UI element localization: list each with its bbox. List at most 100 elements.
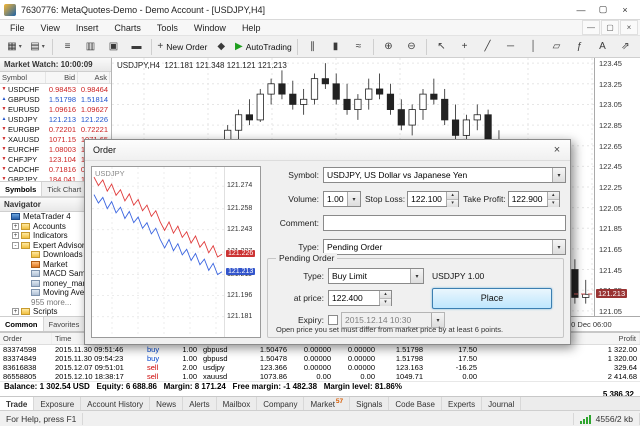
tab-favorites[interactable]: Favorites [44, 317, 86, 331]
scripts-icon [21, 308, 30, 315]
at-price-input[interactable]: 122.400 ▴▾ [328, 290, 392, 306]
tab-exposure[interactable]: Exposure [34, 397, 81, 411]
arrows-button[interactable]: ⇗ [614, 37, 637, 57]
chevron-down-icon[interactable]: ▾ [347, 192, 360, 206]
new-chart-button[interactable]: ▦▾ [3, 37, 26, 57]
metaeditor-button[interactable]: ◆ [210, 37, 233, 57]
menu-item-view[interactable]: View [33, 20, 68, 35]
minimize-icon[interactable]: — [570, 2, 592, 18]
market-watch-row-usdchf[interactable]: ▼USDCHF0.984530.98464 [0, 84, 111, 94]
spin-down-icon[interactable]: ▾ [548, 200, 559, 207]
expand-toggle-icon[interactable]: + [12, 232, 19, 239]
cursor-button[interactable]: ↖ [430, 37, 453, 57]
new-order-button[interactable]: +New Order [155, 37, 210, 57]
chevron-down-icon[interactable]: ▾ [410, 269, 423, 283]
tab-signals[interactable]: Signals [350, 397, 389, 411]
ask-value: 0.98464 [78, 85, 110, 94]
vertical-line-button[interactable]: │ [522, 37, 545, 57]
child-restore-icon[interactable]: ▢ [601, 20, 619, 35]
column-header-order-0[interactable]: Order [0, 333, 52, 344]
expiry-checkbox[interactable] [328, 315, 338, 325]
order-type-select[interactable]: Pending Order ▾ [323, 239, 566, 255]
menu-item-help[interactable]: Help [234, 20, 269, 35]
at-price-label: at price: [272, 293, 324, 303]
crosshair-button[interactable]: + [453, 37, 476, 57]
market-watch-row-eurgbp[interactable]: ▼EURGBP0.722010.72221 [0, 124, 111, 134]
spin-up-icon[interactable]: ▴ [380, 291, 391, 299]
market-watch-row-eurusd[interactable]: ▼EURUSD1.096161.09627 [0, 104, 111, 114]
menu-item-charts[interactable]: Charts [106, 20, 149, 35]
market-watch-column-symbol[interactable]: Symbol [0, 72, 46, 83]
toolbar: ▦▾▤▾ ≡▥▣▬ +New Order◆▶AutoTrading ∥▮≈ ⊕⊖ ↖+╱─… [0, 36, 640, 58]
expand-toggle-icon[interactable]: + [12, 223, 19, 230]
comment-input[interactable] [323, 215, 566, 231]
volume-select[interactable]: 1.00 ▾ [323, 191, 361, 207]
tab-news[interactable]: News [150, 397, 183, 411]
line-chart-button[interactable]: ≈ [347, 37, 370, 57]
horizontal-line-button[interactable]: ─ [499, 37, 522, 57]
zoom-out-button[interactable]: ⊖ [400, 37, 423, 57]
market-watch-row-gbpusd[interactable]: ▲GBPUSD1.517981.51814 [0, 94, 111, 104]
spin-up-icon[interactable]: ▴ [548, 192, 559, 200]
market-watch-row-usdjpy[interactable]: ▲USDJPY121.213121.226 [0, 114, 111, 124]
price-axis-label: 122.65 [599, 142, 622, 151]
titlebar[interactable]: 7630776: MetaQuotes-Demo - Demo Account … [0, 0, 640, 20]
tab-common[interactable]: Common [0, 317, 44, 331]
data-window-button[interactable]: ▥ [79, 37, 102, 57]
place-button[interactable]: Place [432, 288, 552, 309]
chevron-down-icon[interactable]: ▾ [552, 240, 565, 254]
zoom-in-button[interactable]: ⊕ [377, 37, 400, 57]
chevron-down-icon[interactable]: ▾ [552, 168, 565, 182]
candlestick-chart-button[interactable]: ▮ [324, 37, 347, 57]
tab-account-history[interactable]: Account History [81, 397, 150, 411]
expand-toggle-icon[interactable]: - [12, 242, 19, 249]
stop-loss-input[interactable]: 122.100 ▴▾ [407, 191, 459, 207]
menu-item-insert[interactable]: Insert [68, 20, 107, 35]
spin-down-icon[interactable]: ▾ [447, 200, 458, 207]
close-icon[interactable]: × [614, 2, 636, 18]
equidistant-channel-button[interactable]: ▱ [545, 37, 568, 57]
tab-market[interactable]: Market57 [304, 397, 350, 411]
trade-row[interactable]: 865588052015.12.10 18:38:17sell1.00xauus… [0, 372, 640, 381]
close-icon[interactable]: × [544, 141, 570, 160]
fibonacci-button[interactable]: ƒ [568, 37, 591, 57]
menu-item-window[interactable]: Window [186, 20, 234, 35]
bid-value: 1071.15 [46, 135, 78, 144]
spin-down-icon[interactable]: ▾ [380, 299, 391, 306]
bar-chart-button[interactable]: ∥ [301, 37, 324, 57]
child-minimize-icon[interactable]: — [582, 20, 600, 35]
menu-item-file[interactable]: File [2, 20, 33, 35]
navigator-item-label: Accounts [33, 222, 66, 231]
text-button[interactable]: A [591, 37, 614, 57]
market-watch-column-bid[interactable]: Bid [46, 72, 78, 83]
tab-mailbox[interactable]: Mailbox [217, 397, 258, 411]
child-close-icon[interactable]: × [620, 20, 638, 35]
pending-type-select[interactable]: Buy Limit ▾ [328, 268, 424, 284]
order-dialog-titlebar[interactable]: Order × [85, 140, 570, 161]
tab-trade[interactable]: Trade [0, 397, 34, 411]
autotrading-button[interactable]: ▶AutoTrading [233, 37, 294, 57]
tab-code-base[interactable]: Code Base [389, 397, 442, 411]
symbol-select[interactable]: USDJPY, US Dollar vs Japanese Yen ▾ [323, 167, 566, 183]
trendline-button[interactable]: ╱ [476, 37, 499, 57]
tab-symbols[interactable]: Symbols [0, 182, 42, 196]
tab-experts[interactable]: Experts [442, 397, 482, 411]
tab-journal[interactable]: Journal [482, 397, 521, 411]
profiles-button[interactable]: ▤▾ [26, 37, 49, 57]
price-axis-label: 121.45 [599, 266, 622, 275]
terminal-button[interactable]: ▬ [125, 37, 148, 57]
take-profit-input[interactable]: 122.900 ▴▾ [508, 191, 560, 207]
tab-tick-chart[interactable]: Tick Chart [42, 182, 87, 196]
market-watch-button[interactable]: ≡ [56, 37, 79, 57]
tab-alerts[interactable]: Alerts [183, 397, 216, 411]
restore-icon[interactable]: ▢ [592, 2, 614, 18]
expand-toggle-icon[interactable]: + [12, 308, 19, 315]
market-watch-column-ask[interactable]: Ask [78, 72, 110, 83]
spin-up-icon[interactable]: ▴ [447, 192, 458, 200]
comment-input-field[interactable] [324, 215, 565, 231]
menu-item-tools[interactable]: Tools [149, 20, 186, 35]
navigator-button[interactable]: ▣ [102, 37, 125, 57]
indicators-icon [21, 232, 30, 239]
toolbar-button-label: AutoTrading [246, 42, 292, 52]
tab-company[interactable]: Company [257, 397, 304, 411]
